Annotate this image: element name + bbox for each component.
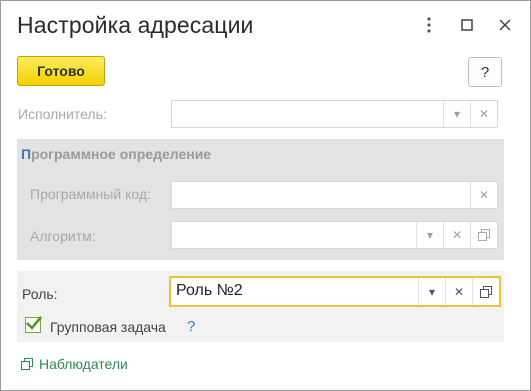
executor-label: Исполнитель: <box>18 106 107 122</box>
clear-icon[interactable]: ✕ <box>470 101 497 127</box>
open-form-icon[interactable] <box>470 222 497 248</box>
ready-button[interactable]: Готово <box>17 56 105 86</box>
clear-icon[interactable]: ✕ <box>470 182 497 208</box>
dialog-window: Настройка адресации Готово ? Исполнитель… <box>0 0 531 391</box>
close-icon[interactable] <box>493 13 517 37</box>
algorithm-value <box>172 222 416 248</box>
maximize-icon[interactable] <box>455 13 479 37</box>
dropdown-arrow-icon[interactable]: ▾ <box>418 278 445 305</box>
clear-icon[interactable]: ✕ <box>445 278 472 305</box>
role-label: Роль: <box>22 286 58 302</box>
help-button[interactable]: ? <box>468 57 502 87</box>
group-task-checkbox[interactable] <box>25 316 43 333</box>
check-icon <box>26 316 43 330</box>
role-field[interactable]: Роль №2 ▾ ✕ <box>169 276 501 307</box>
executor-value <box>172 101 443 127</box>
window-title: Настройка адресации <box>17 12 254 38</box>
program-code-field[interactable]: ✕ <box>171 181 498 209</box>
dropdown-arrow-icon[interactable]: ▾ <box>416 222 443 248</box>
dropdown-arrow-icon[interactable]: ▾ <box>443 101 470 127</box>
program-code-value <box>172 182 470 208</box>
executor-field[interactable]: ▾ ✕ <box>171 100 498 128</box>
clear-icon[interactable]: ✕ <box>443 222 470 248</box>
group-task-help-icon[interactable]: ? <box>187 318 195 335</box>
open-form-icon[interactable] <box>472 278 499 305</box>
role-value[interactable]: Роль №2 <box>171 278 418 305</box>
observers-link[interactable]: Наблюдатели <box>21 356 128 372</box>
program-definition-title: Программное определение <box>21 146 212 162</box>
more-menu-icon[interactable] <box>417 13 441 37</box>
program-code-label: Программный код: <box>30 186 151 202</box>
observers-label: Наблюдатели <box>39 356 128 372</box>
algorithm-field[interactable]: ▾ ✕ <box>171 221 498 249</box>
group-task-label: Групповая задача <box>50 319 166 335</box>
open-link-icon <box>21 358 33 370</box>
algorithm-label: Алгоритм: <box>30 228 96 244</box>
